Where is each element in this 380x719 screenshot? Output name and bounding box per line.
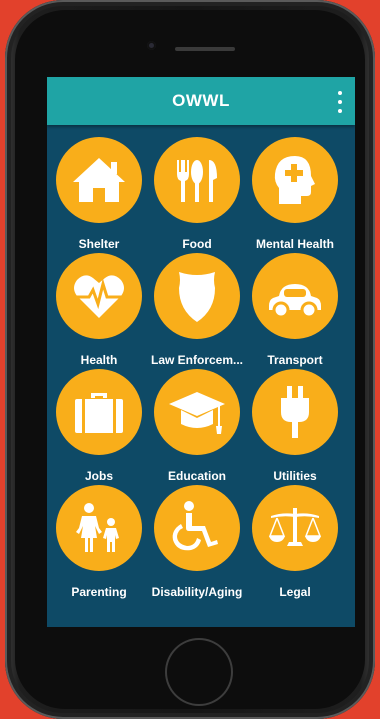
category-label: Law Enforcem... xyxy=(150,353,244,367)
heart-pulse-icon xyxy=(56,253,142,339)
front-camera xyxy=(147,41,156,50)
scales-icon xyxy=(252,485,338,571)
shield-icon xyxy=(154,253,240,339)
category-utilities[interactable]: Utilities xyxy=(246,369,344,485)
category-label: Health xyxy=(80,353,118,367)
parent-child-icon xyxy=(56,485,142,571)
home-button[interactable] xyxy=(165,638,233,706)
category-label: Disability/Aging xyxy=(151,585,243,599)
category-label: Legal xyxy=(279,585,311,599)
category-label: Jobs xyxy=(84,469,113,483)
category-transport[interactable]: Transport xyxy=(246,253,344,369)
briefcase-icon xyxy=(56,369,142,455)
category-education[interactable]: Education xyxy=(148,369,246,485)
wheelchair-icon xyxy=(154,485,240,571)
app-screen: OWWL Shelter Food Mental Health Health L… xyxy=(47,77,355,627)
category-mental-health[interactable]: Mental Health xyxy=(246,137,344,253)
category-law-enforcement[interactable]: Law Enforcem... xyxy=(148,253,246,369)
head-medical-icon xyxy=(252,137,338,223)
category-label: Education xyxy=(167,469,226,483)
app-title: OWWL xyxy=(172,91,230,110)
category-label: Utilities xyxy=(273,469,317,483)
app-bar: OWWL xyxy=(47,77,355,125)
category-label: Shelter xyxy=(78,237,120,251)
utensils-icon xyxy=(154,137,240,223)
category-disability-aging[interactable]: Disability/Aging xyxy=(148,485,246,601)
car-icon xyxy=(252,253,338,339)
house-icon xyxy=(56,137,142,223)
category-legal[interactable]: Legal xyxy=(246,485,344,601)
category-label: Parenting xyxy=(71,585,127,599)
phone-frame: OWWL Shelter Food Mental Health Health L… xyxy=(5,0,375,719)
category-label: Food xyxy=(182,237,212,251)
earpiece-speaker xyxy=(175,47,235,51)
category-label: Mental Health xyxy=(255,237,334,251)
plug-icon xyxy=(252,369,338,455)
category-food[interactable]: Food xyxy=(148,137,246,253)
category-label: Transport xyxy=(267,353,323,367)
overflow-menu-icon[interactable] xyxy=(335,91,345,113)
category-shelter[interactable]: Shelter xyxy=(50,137,148,253)
category-jobs[interactable]: Jobs xyxy=(50,369,148,485)
graduation-cap-icon xyxy=(154,369,240,455)
category-parenting[interactable]: Parenting xyxy=(50,485,148,601)
category-health[interactable]: Health xyxy=(50,253,148,369)
category-grid: Shelter Food Mental Health Health Law En… xyxy=(47,137,355,601)
